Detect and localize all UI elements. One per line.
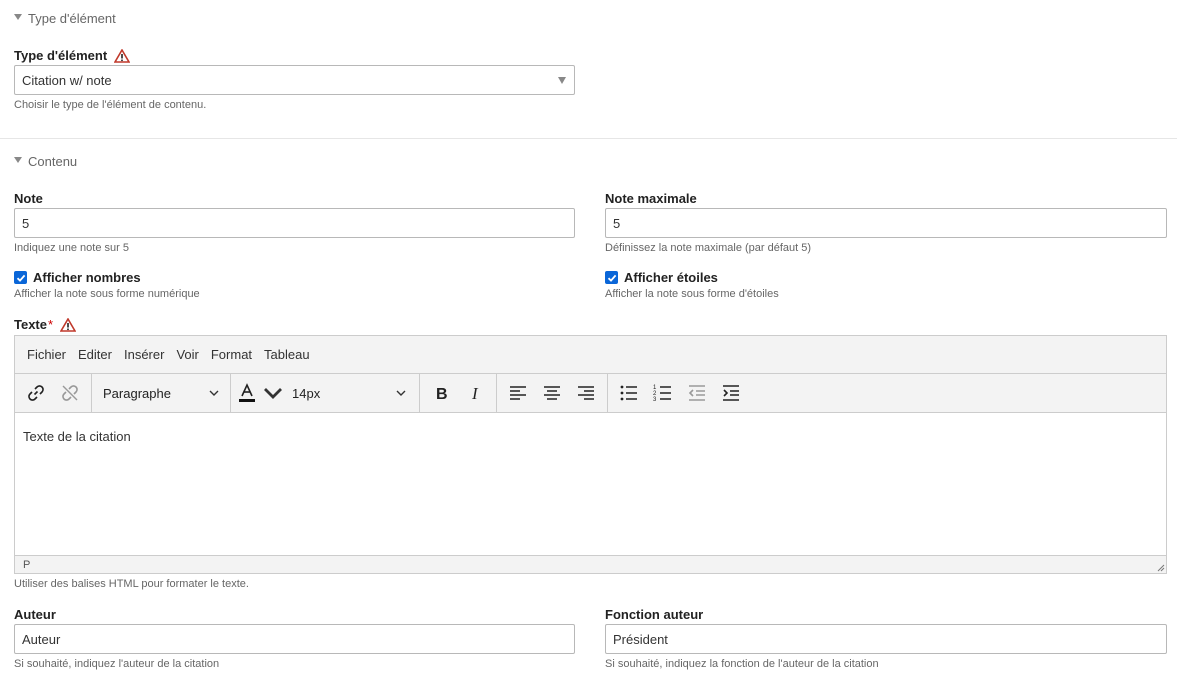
author-function-input-value: Président xyxy=(613,631,668,647)
editor-content-paragraph: Texte de la citation xyxy=(23,429,131,444)
editor-statusbar: P xyxy=(15,555,1166,573)
dropdown-arrow-icon xyxy=(558,77,566,84)
link-icon xyxy=(28,385,44,401)
section-toggle-content[interactable]: Contenu xyxy=(14,154,77,169)
note-max-help: Définissez la note maximale (par défaut … xyxy=(605,242,812,254)
editor-menubar: Fichier Editer Insérer Voir Format Table… xyxy=(15,336,1166,374)
numbered-list-button[interactable]: 1 2 3 xyxy=(646,378,680,408)
author-input-value: Auteur xyxy=(22,631,61,647)
align-left-button[interactable] xyxy=(501,378,535,408)
type-select-value: Citation w/ note xyxy=(22,72,112,88)
note-input[interactable]: 5 xyxy=(14,208,575,238)
collapse-triangle-icon xyxy=(14,14,22,20)
show-numbers-checkbox[interactable] xyxy=(14,271,27,284)
author-input[interactable]: Auteur xyxy=(14,624,575,654)
indent-icon xyxy=(723,385,739,401)
bullet-list-button[interactable] xyxy=(612,378,646,408)
outdent-icon xyxy=(688,385,705,401)
author-help: Si souhaité, indiquez l'auteur de la cit… xyxy=(14,658,220,670)
author-label: Auteur xyxy=(14,607,56,622)
author-function-label: Fonction auteur xyxy=(605,607,704,622)
insert-link-button[interactable] xyxy=(19,378,53,408)
checkmark-icon xyxy=(16,274,25,282)
checkmark-icon xyxy=(607,274,616,282)
type-field-help: Choisir le type de l'élément de contenu. xyxy=(14,99,207,111)
menu-editer[interactable]: Editer xyxy=(72,347,118,362)
note-max-input[interactable]: 5 xyxy=(605,208,1167,238)
menu-inserer[interactable]: Insérer xyxy=(118,347,170,362)
editor-content-area[interactable]: Texte de la citation xyxy=(15,413,1166,556)
type-field-label: Type d'élément xyxy=(14,48,131,63)
required-mark: * xyxy=(48,317,54,332)
chevron-down-icon xyxy=(396,390,406,396)
collapse-triangle-icon xyxy=(14,157,22,163)
show-stars-label: Afficher étoiles xyxy=(624,270,718,285)
font-size-value: 14px xyxy=(292,385,321,401)
text-color-icon xyxy=(239,383,255,402)
rich-text-editor: Fichier Editer Insérer Voir Format Table… xyxy=(14,335,1167,574)
author-function-input[interactable]: Président xyxy=(605,624,1167,654)
numbered-list-icon: 1 2 3 xyxy=(653,385,671,403)
text-color-button[interactable] xyxy=(235,378,285,408)
note-input-value: 5 xyxy=(22,215,30,231)
svg-text:3: 3 xyxy=(653,397,657,403)
text-label-text: Texte xyxy=(14,317,47,332)
align-right-icon xyxy=(578,386,594,400)
warning-icon xyxy=(114,48,131,63)
note-max-label: Note maximale xyxy=(605,191,697,206)
note-help: Indiquez une note sur 5 xyxy=(14,242,129,254)
menu-voir[interactable]: Voir xyxy=(170,347,204,362)
warning-icon xyxy=(60,317,77,332)
author-function-help: Si souhaité, indiquez la fonction de l'a… xyxy=(605,658,879,670)
italic-icon: I xyxy=(471,384,479,403)
note-label: Note xyxy=(14,191,43,206)
block-format-select[interactable]: Paragraphe xyxy=(96,378,226,408)
remove-link-button[interactable] xyxy=(53,378,87,408)
type-field-label-text: Type d'élément xyxy=(14,48,108,63)
bullet-list-icon xyxy=(620,385,637,401)
align-right-button[interactable] xyxy=(569,378,603,408)
text-help: Utiliser des balises HTML pour formater … xyxy=(14,578,249,590)
toolbar-group-font: 14px xyxy=(231,374,420,412)
show-numbers-label: Afficher nombres xyxy=(33,270,141,285)
section-toggle-type[interactable]: Type d'élément xyxy=(14,11,116,26)
show-numbers-help: Afficher la note sous forme numérique xyxy=(14,288,200,300)
italic-button[interactable]: I xyxy=(458,378,492,408)
menu-format[interactable]: Format xyxy=(205,347,258,362)
svg-text:B: B xyxy=(436,386,448,403)
show-numbers-row[interactable]: Afficher nombres xyxy=(14,270,141,285)
element-path[interactable]: P xyxy=(23,559,30,571)
text-label: Texte * xyxy=(14,317,77,332)
toolbar-group-align xyxy=(497,374,608,412)
align-left-icon xyxy=(510,386,526,400)
chevron-down-icon xyxy=(264,388,282,399)
resize-handle-icon[interactable] xyxy=(1155,562,1165,572)
align-center-button[interactable] xyxy=(535,378,569,408)
toolbar-group-lists: 1 2 3 xyxy=(608,374,752,412)
section-title-content: Contenu xyxy=(28,154,78,169)
editor-toolbar: Paragraphe 14px B I 1 2 3 xyxy=(15,374,1166,413)
section-divider xyxy=(0,138,1177,139)
toolbar-group-link xyxy=(15,374,92,412)
chevron-down-icon xyxy=(209,390,219,396)
svg-text:I: I xyxy=(471,384,479,403)
toolbar-group-block: Paragraphe xyxy=(92,374,231,412)
section-title-type: Type d'élément xyxy=(28,11,116,26)
bold-button[interactable]: B xyxy=(424,378,458,408)
block-format-value: Paragraphe xyxy=(103,385,171,401)
align-center-icon xyxy=(544,386,560,400)
bold-icon: B xyxy=(436,386,448,403)
menu-fichier[interactable]: Fichier xyxy=(21,347,72,362)
type-select[interactable]: Citation w/ note xyxy=(14,65,575,95)
toolbar-group-style: B I xyxy=(420,374,497,412)
unlink-icon xyxy=(62,385,78,401)
font-size-select[interactable]: 14px xyxy=(285,378,413,408)
show-stars-checkbox[interactable] xyxy=(605,271,618,284)
show-stars-help: Afficher la note sous forme d'étoiles xyxy=(605,288,779,300)
note-max-input-value: 5 xyxy=(613,215,621,231)
indent-button[interactable] xyxy=(714,378,748,408)
menu-tableau[interactable]: Tableau xyxy=(258,347,316,362)
show-stars-row[interactable]: Afficher étoiles xyxy=(605,270,718,285)
outdent-button[interactable] xyxy=(680,378,714,408)
